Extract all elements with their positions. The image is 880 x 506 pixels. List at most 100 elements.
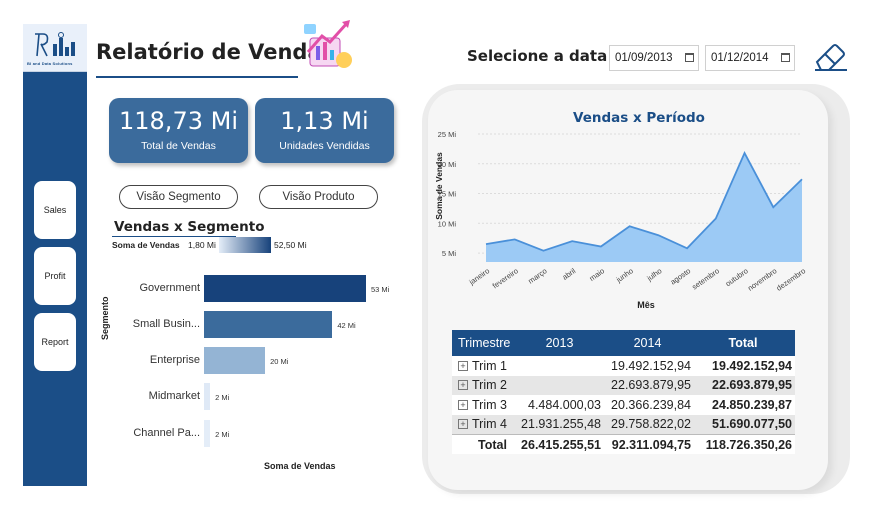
cell-total: 19.492.152,94 [712,358,792,373]
segment-bar[interactable] [204,420,211,447]
x-tick-label: dezembro [775,266,807,293]
x-tick-label: junho [614,266,635,284]
y-tick-label: 15 Mi [438,190,457,199]
segment-bar[interactable] [204,347,266,374]
x-tick-label: novembro [746,266,778,293]
expand-icon[interactable]: + [458,419,468,430]
segment-x-axis-label: Soma de Vendas [264,461,336,471]
logo-icon [35,32,75,57]
nav-report-button[interactable]: Report [34,313,76,371]
table-row: + Trim 2 22.693.879,95 22.693.879,95 [452,375,795,395]
row-label: Trim 2 [472,378,507,393]
calendar-icon[interactable] [685,53,694,62]
end-date-value: 01/12/2014 [711,52,769,64]
y-tick-label: 20 Mi [438,160,457,169]
x-tick-label: abril [561,266,578,282]
row-label: Total [478,437,507,452]
start-date-input[interactable]: 01/09/2013 [609,45,699,71]
kpi-total-sales: 118,73 Mi Total de Vendas [109,98,248,163]
start-date-value: 01/09/2013 [615,52,673,64]
sidebar: BI and Data Solutions Sales Profit Repor… [23,24,87,486]
y-tick-label: 25 Mi [438,130,457,139]
x-tick-label: fevereiro [491,266,520,290]
row-label: Trim 3 [472,397,507,412]
legend-max: 52,50 Mi [274,240,307,250]
company-logo: BI and Data Solutions [23,24,87,72]
logo-text: BI and Data Solutions [27,61,73,66]
nav-profit-button[interactable]: Profit [34,247,76,305]
segment-bar[interactable] [204,275,366,302]
segment-value-label: 20 Mi [270,357,289,366]
row-label: Trim 1 [472,358,507,373]
segment-view-button[interactable]: Visão Segmento [119,185,238,209]
calendar-icon[interactable] [781,53,790,62]
cell-total: 118.726.350,26 [705,437,792,452]
kpi-value: 118,73 Mi [119,107,238,135]
cell-2014: 92.311.094,75 [611,437,691,452]
quarterly-sales-table: Trimestre 2013 2014 Total + Trim 1 19.492… [452,330,795,454]
segment-y-axis-label: Segmento [100,296,110,340]
segment-bar[interactable] [204,383,211,410]
kpi-value: 1,13 Mi [280,107,369,135]
kpi-label: Unidades Vendidas [279,140,370,152]
header-2014[interactable]: 2014 [604,336,694,350]
header-quarter[interactable]: Trimestre [452,336,518,350]
segment-category-label: Government [139,282,200,294]
cell-2014: 20.366.239,84 [611,397,691,412]
date-filter-label: Selecione a data [467,47,608,65]
cell-2013: 4.484.000,03 [528,397,601,412]
cell-total: 51.690.077,50 [712,417,792,432]
y-tick-label: 10 Mi [438,219,457,228]
x-tick-label: julho [645,266,664,283]
x-tick-label: janeiro [467,266,491,287]
cell-2014: 19.492.152,94 [611,358,691,373]
segment-category-label: Small Busin... [132,318,200,330]
cell-2014: 22.693.879,95 [611,378,691,393]
legend-min: 1,80 Mi [188,240,216,250]
segment-category-label: Enterprise [149,354,200,366]
end-date-input[interactable]: 01/12/2014 [705,45,795,71]
x-tick-label: março [526,266,548,285]
segment-value-label: 2 Mi [215,430,230,439]
cell-total: 24.850.239,87 [712,397,792,412]
table-row: + Trim 1 19.492.152,94 19.492.152,94 [452,356,795,376]
cell-2014: 29.758.822,02 [611,417,691,432]
y-tick-label: 5 Mi [442,249,457,258]
title-underline [96,76,298,78]
x-tick-label: agosto [669,266,693,286]
table-row: + Trim 3 4.484.000,03 20.366.239,84 24.85… [452,395,795,415]
expand-icon[interactable]: + [458,360,468,371]
table-header: Trimestre 2013 2014 Total [452,330,795,356]
sales-report-icon [304,20,352,68]
header-2013[interactable]: 2013 [518,336,604,350]
period-chart-title: Vendas x Período [573,110,705,126]
segment-value-label: 2 Mi [215,393,230,402]
expand-icon[interactable]: + [458,380,468,391]
segment-chart-title: Vendas x Segmento [114,219,265,235]
page-title: Relatório de Vendas [96,40,335,64]
segment-category-label: Midmarket [148,390,200,402]
sales-area[interactable] [486,153,802,262]
cell-2013: 21.931.255,48 [521,417,601,432]
segment-bar[interactable] [204,311,333,338]
table-row: + Trim 4 21.931.255,48 29.758.822,02 51.6… [452,414,795,434]
segment-title-underline [112,236,236,237]
segment-category-label: Channel Pa... [133,427,200,439]
table-total-row: Total 26.415.255,51 92.311.094,75 118.72… [452,434,795,454]
legend-label: Soma de Vendas [112,240,180,250]
row-label: Trim 4 [472,417,507,432]
legend-gradient [219,237,271,253]
x-tick-label: maio [588,266,606,283]
period-area-chart: Soma de Vendas Mês 5 Mi10 Mi15 Mi20 Mi25… [434,130,807,310]
cell-2013: 26.415.255,51 [521,437,601,452]
product-view-button[interactable]: Visão Produto [259,185,378,209]
segment-value-label: 42 Mi [337,321,356,330]
expand-icon[interactable]: + [458,399,468,410]
cell-total: 22.693.879,95 [712,378,792,393]
nav-sales-button[interactable]: Sales [34,181,76,239]
eraser-icon[interactable] [813,40,849,72]
segment-value-label: 53 Mi [371,285,390,294]
header-total[interactable]: Total [694,336,795,350]
kpi-label: Total de Vendas [141,140,216,152]
kpi-units-sold: 1,13 Mi Unidades Vendidas [255,98,394,163]
